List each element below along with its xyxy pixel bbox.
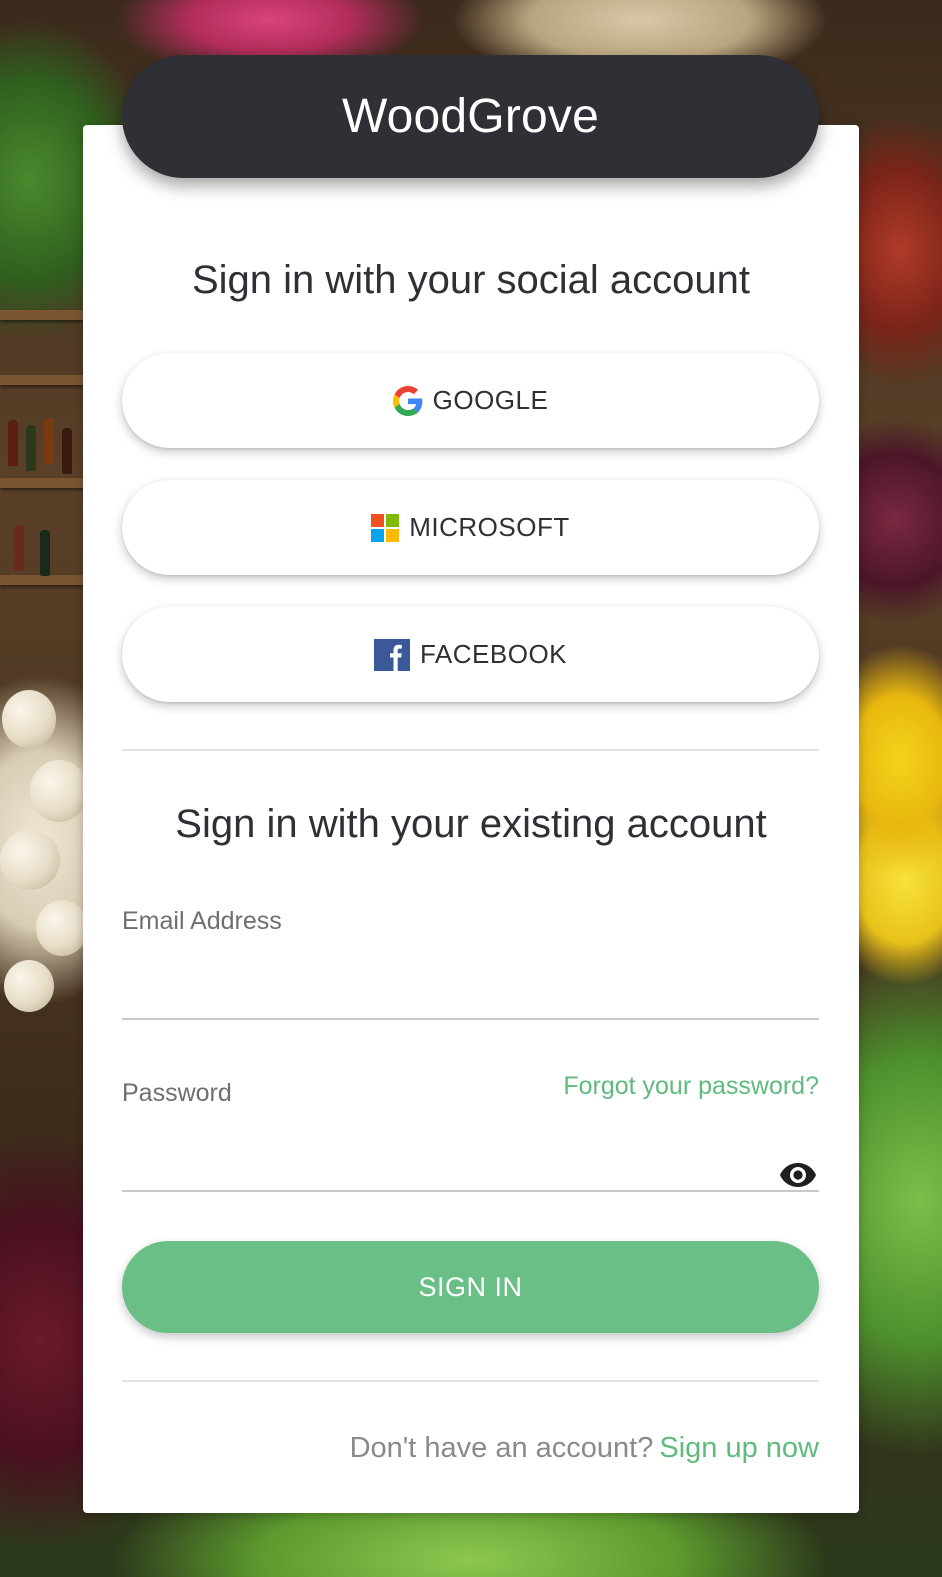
facebook-button-label: FACEBOOK: [419, 639, 568, 669]
google-icon: [392, 385, 423, 416]
section-divider: [122, 749, 819, 751]
local-signin-heading: Sign in with your existing account: [175, 802, 767, 846]
background-bottle: [44, 418, 54, 464]
background-bottle: [26, 425, 36, 471]
background-bottle: [8, 420, 18, 466]
background-shelf: [0, 375, 90, 385]
password-field[interactable]: [122, 1140, 819, 1192]
signup-prompt: Don't have an account? Sign up now: [350, 1432, 819, 1465]
brand-title: WoodGrove: [341, 90, 600, 143]
eye-icon: [780, 1163, 816, 1187]
background-shelf: [0, 575, 90, 585]
background-shelf: [0, 478, 90, 488]
no-account-text: Don't have an account?: [349, 1432, 654, 1464]
background-bottle: [40, 530, 50, 576]
sign-in-button[interactable]: SIGN IN: [122, 1241, 819, 1333]
forgot-password-link[interactable]: Forgot your password?: [563, 1072, 819, 1101]
email-field[interactable]: [122, 968, 819, 1020]
facebook-icon: [373, 638, 410, 671]
background-garlic: [0, 830, 60, 890]
brand-header: WoodGrove: [122, 55, 819, 178]
background-shelf: [0, 310, 90, 320]
footer-divider: [122, 1380, 819, 1382]
social-signin-heading: Sign in with your social account: [191, 258, 751, 302]
sign-up-link[interactable]: Sign up now: [659, 1432, 819, 1464]
microsoft-button-label: MICROSOFT: [409, 512, 570, 542]
microsoft-signin-button[interactable]: MICROSOFT: [122, 480, 819, 575]
microsoft-icon: [371, 513, 400, 542]
background-garlic: [2, 690, 56, 748]
password-label: Password: [122, 1079, 232, 1107]
email-label: Email Address: [122, 907, 282, 935]
facebook-signin-button[interactable]: FACEBOOK: [122, 607, 819, 702]
background-garlic: [4, 960, 54, 1012]
background-bottle: [62, 428, 72, 474]
google-button-label: GOOGLE: [432, 385, 549, 415]
background-bottle: [14, 525, 24, 571]
background-garlic: [30, 760, 88, 822]
show-password-toggle[interactable]: [778, 1158, 818, 1192]
google-signin-button[interactable]: GOOGLE: [122, 353, 819, 448]
background-garlic: [36, 900, 88, 956]
